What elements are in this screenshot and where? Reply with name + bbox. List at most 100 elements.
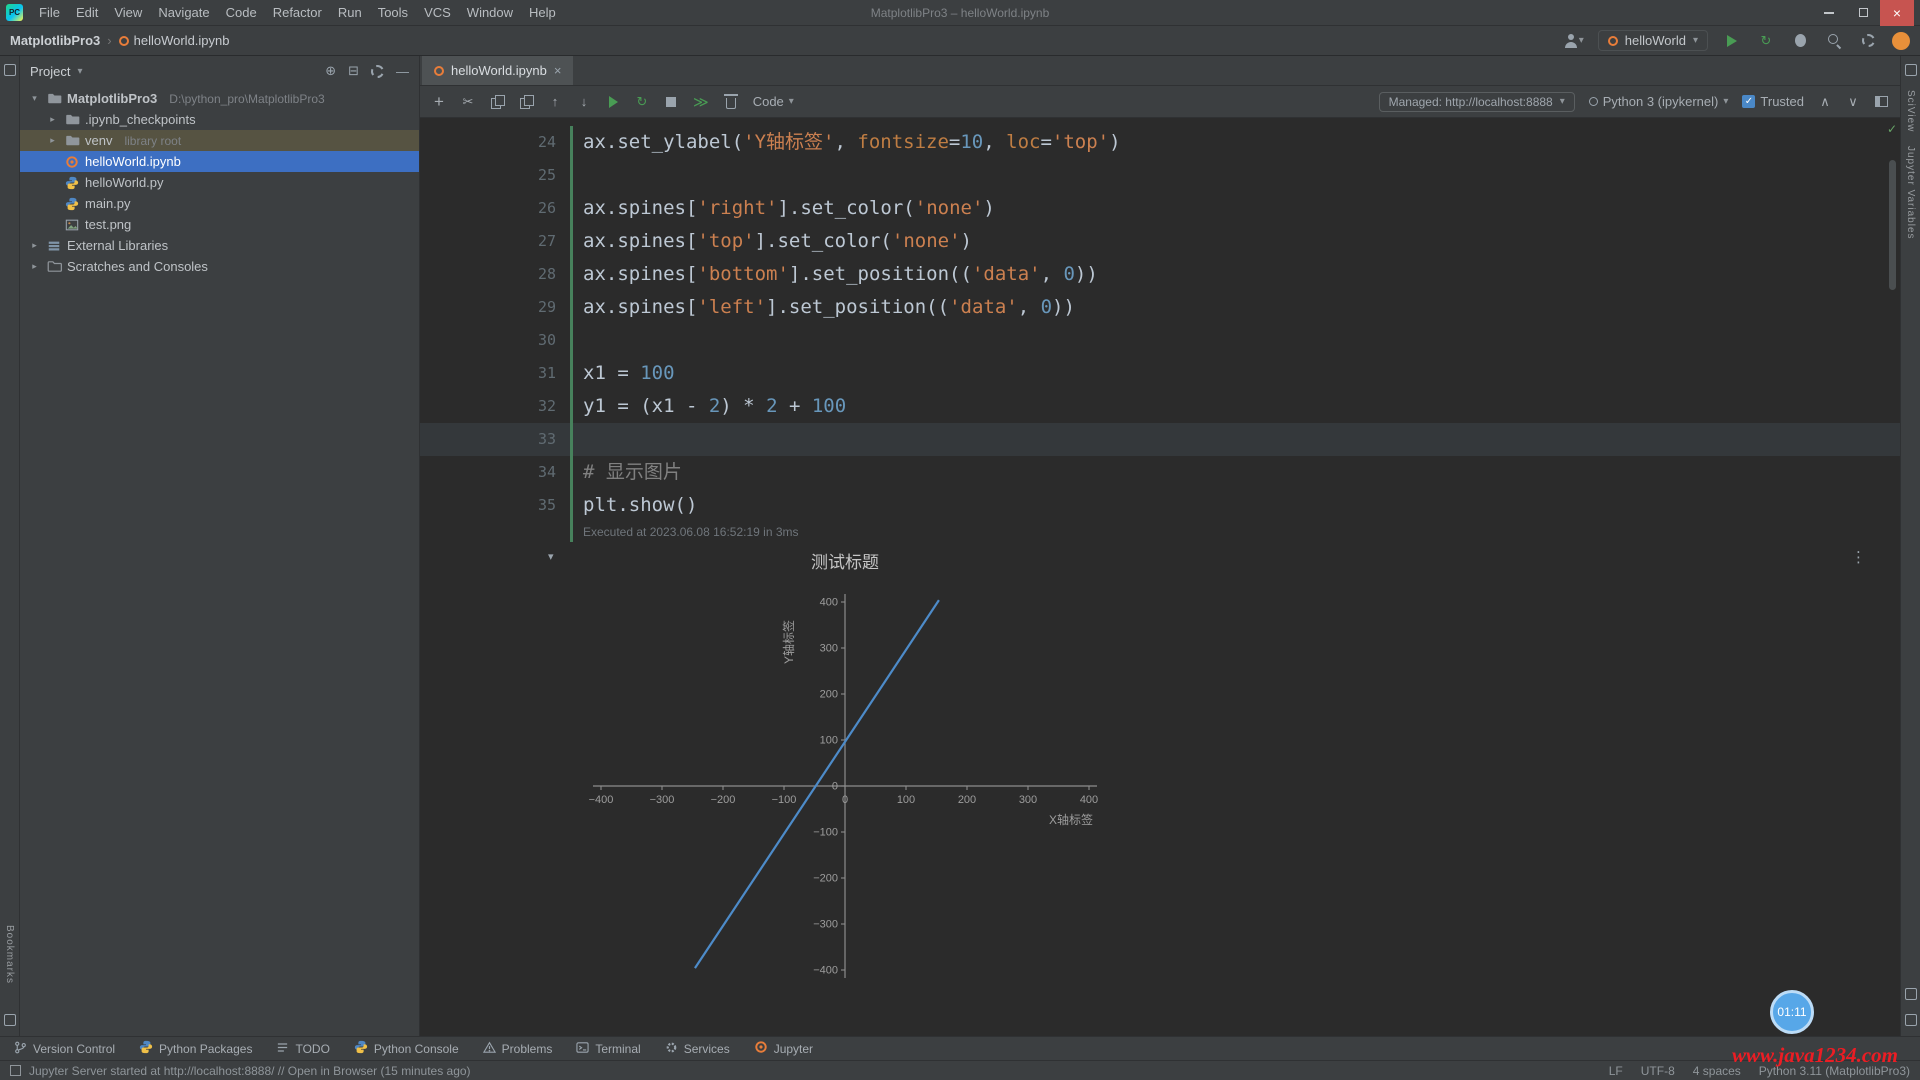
code-line-28[interactable]: 28ax.spines['bottom'].set_position(('dat… — [420, 258, 1900, 291]
add-cell-button[interactable]: + — [432, 92, 446, 112]
chevron-right-icon[interactable]: ▸ — [46, 114, 59, 125]
line-ending-widget[interactable]: LF — [1609, 1064, 1623, 1078]
editor-layout-button[interactable] — [1874, 96, 1888, 107]
tree-item--ipynb-checkpoints[interactable]: ▸.ipynb_checkpoints — [20, 109, 419, 130]
tree-item-helloworld-py[interactable]: helloWorld.py — [20, 172, 419, 193]
menu-help[interactable]: Help — [521, 3, 564, 22]
tool-window-python-packages[interactable]: Python Packages — [139, 1040, 252, 1057]
menu-code[interactable]: Code — [218, 3, 265, 22]
code-line-32[interactable]: 32y1 = (x1 - 2) * 2 + 100 — [420, 390, 1900, 423]
menu-refactor[interactable]: Refactor — [265, 3, 330, 22]
notebook-editor[interactable]: 24ax.set_ylabel('Y轴标签', fontsize=10, loc… — [420, 118, 1900, 1036]
tree-item-test-png[interactable]: test.png — [20, 214, 419, 235]
tool-window-jupyter[interactable]: Jupyter — [754, 1040, 813, 1057]
chevron-right-icon[interactable]: ▸ — [28, 240, 41, 251]
code-line-27[interactable]: 27ax.spines['top'].set_color('none') — [420, 225, 1900, 258]
hide-panel-button[interactable]: — — [396, 64, 409, 79]
menu-run[interactable]: Run — [330, 3, 370, 22]
copy-cell-button[interactable] — [490, 95, 504, 108]
restart-kernel-button[interactable]: ↻ — [1756, 31, 1776, 51]
stop-kernel-button[interactable] — [664, 97, 678, 107]
code-line-24[interactable]: 24ax.set_ylabel('Y轴标签', fontsize=10, loc… — [420, 126, 1900, 159]
code-line-31[interactable]: 31x1 = 100 — [420, 357, 1900, 390]
collapse-output-button[interactable]: ▾ — [548, 550, 554, 563]
collapse-all-button[interactable]: ⊟ — [348, 63, 359, 79]
tree-item-venv[interactable]: ▸venvlibrary root — [20, 130, 419, 151]
user-avatar[interactable] — [1892, 32, 1910, 50]
chevron-right-icon[interactable]: ▸ — [46, 135, 59, 146]
next-cell-button[interactable]: ∨ — [1846, 94, 1860, 110]
tool-window-services[interactable]: Services — [665, 1041, 730, 1057]
bookmarks-tool-window-button[interactable]: Bookmarks — [4, 925, 15, 984]
structure-tool-window-button[interactable] — [4, 1014, 16, 1026]
close-tab-icon[interactable]: × — [554, 63, 562, 78]
kernel-select[interactable]: Python 3 (ipykernel) ▾ — [1589, 94, 1729, 109]
status-message[interactable]: Jupyter Server started at http://localho… — [29, 1064, 471, 1078]
tool-window-python-console[interactable]: Python Console — [354, 1040, 459, 1057]
debug-button[interactable] — [1790, 31, 1810, 51]
cut-cell-button[interactable]: ✂ — [461, 94, 475, 110]
code-line-25[interactable]: 25 — [420, 159, 1900, 192]
tool-window-terminal[interactable]: Terminal — [576, 1041, 640, 1057]
menu-file[interactable]: File — [31, 3, 68, 22]
menu-navigate[interactable]: Navigate — [150, 3, 217, 22]
menu-edit[interactable]: Edit — [68, 3, 106, 22]
encoding-widget[interactable]: UTF-8 — [1641, 1064, 1675, 1078]
run-configuration-select[interactable]: helloWorld ▾ — [1598, 30, 1708, 51]
database-tool-window-button[interactable] — [1905, 988, 1917, 1000]
menu-window[interactable]: Window — [459, 3, 521, 22]
move-cell-up-button[interactable]: ↑ — [548, 94, 562, 109]
output-menu-button[interactable]: ⋮ — [1851, 548, 1866, 566]
tool-window-switcher-icon[interactable] — [10, 1065, 21, 1076]
profile-menu-button[interactable]: ▾ — [1564, 31, 1584, 51]
tool-window-problems[interactable]: Problems — [483, 1041, 553, 1057]
tree-item-matplotlibpro3[interactable]: ▾MatplotlibPro3D:\python_pro\MatplotlibP… — [20, 88, 419, 109]
tool-window-version-control[interactable]: Version Control — [14, 1041, 115, 1057]
code-line-35[interactable]: 35plt.show() — [420, 489, 1900, 522]
menu-vcs[interactable]: VCS — [416, 3, 459, 22]
delete-cell-button[interactable] — [724, 94, 738, 109]
breadcrumb-file[interactable]: helloWorld.ipynb — [119, 33, 230, 48]
sciview-tool-window-button[interactable]: SciView — [1905, 90, 1916, 132]
paste-cell-button[interactable] — [519, 95, 533, 108]
menu-tools[interactable]: Tools — [370, 3, 416, 22]
breadcrumb-project[interactable]: MatplotlibPro3 — [10, 33, 100, 48]
code-line-34[interactable]: 34# 显示图片 — [420, 456, 1900, 489]
screen-recorder-timer[interactable]: 01:11 — [1770, 990, 1814, 1034]
editor-scrollbar[interactable]: ✓ — [1885, 118, 1900, 1036]
close-button[interactable]: × — [1880, 0, 1914, 26]
tree-item-scratches-and-consoles[interactable]: ▸Scratches and Consoles — [20, 256, 419, 277]
run-cell-button[interactable] — [606, 96, 620, 108]
project-tool-window-button[interactable] — [4, 64, 16, 76]
minimize-button[interactable] — [1812, 0, 1846, 26]
tree-item-external-libraries[interactable]: ▸External Libraries — [20, 235, 419, 256]
code-line-30[interactable]: 30 — [420, 324, 1900, 357]
notifications-tool-window-button[interactable] — [1905, 64, 1917, 76]
run-all-cells-button[interactable]: ≫ — [693, 93, 709, 111]
move-cell-down-button[interactable]: ↓ — [577, 94, 591, 109]
search-everywhere-button[interactable] — [1824, 31, 1844, 51]
locate-file-button[interactable]: ⊕ — [325, 63, 336, 79]
maximize-button[interactable] — [1846, 0, 1880, 26]
cell-type-select[interactable]: Code ▾ — [753, 94, 794, 109]
settings-button[interactable] — [1858, 31, 1878, 51]
menu-view[interactable]: View — [106, 3, 150, 22]
tab-helloworld-ipynb[interactable]: helloWorld.ipynb × — [422, 56, 573, 85]
tree-item-main-py[interactable]: main.py — [20, 193, 419, 214]
trusted-checkbox[interactable]: ✓ Trusted — [1742, 94, 1804, 109]
chevron-down-icon[interactable]: ▾ — [28, 93, 41, 104]
code-line-29[interactable]: 29ax.spines['left'].set_position(('data'… — [420, 291, 1900, 324]
inspections-ok-icon[interactable]: ✓ — [1887, 122, 1897, 136]
previous-cell-button[interactable]: ∧ — [1818, 94, 1832, 110]
jupyter-server-select[interactable]: Managed: http://localhost:8888 ▾ — [1379, 92, 1575, 112]
restart-kernel-button[interactable]: ↻ — [635, 94, 649, 110]
panel-options-icon[interactable] — [371, 65, 384, 78]
code-line-26[interactable]: 26ax.spines['right'].set_color('none') — [420, 192, 1900, 225]
jupyter-variables-tool-window-button[interactable]: Jupyter Variables — [1905, 146, 1916, 240]
tree-item-helloworld-ipynb[interactable]: helloWorld.ipynb — [20, 151, 419, 172]
bell-icon[interactable] — [1905, 1014, 1917, 1026]
code-line-33[interactable]: 33 — [420, 423, 1900, 456]
project-panel-title[interactable]: Project — [30, 64, 70, 79]
run-button[interactable] — [1722, 31, 1742, 51]
tool-window-todo[interactable]: TODO — [276, 1041, 329, 1057]
